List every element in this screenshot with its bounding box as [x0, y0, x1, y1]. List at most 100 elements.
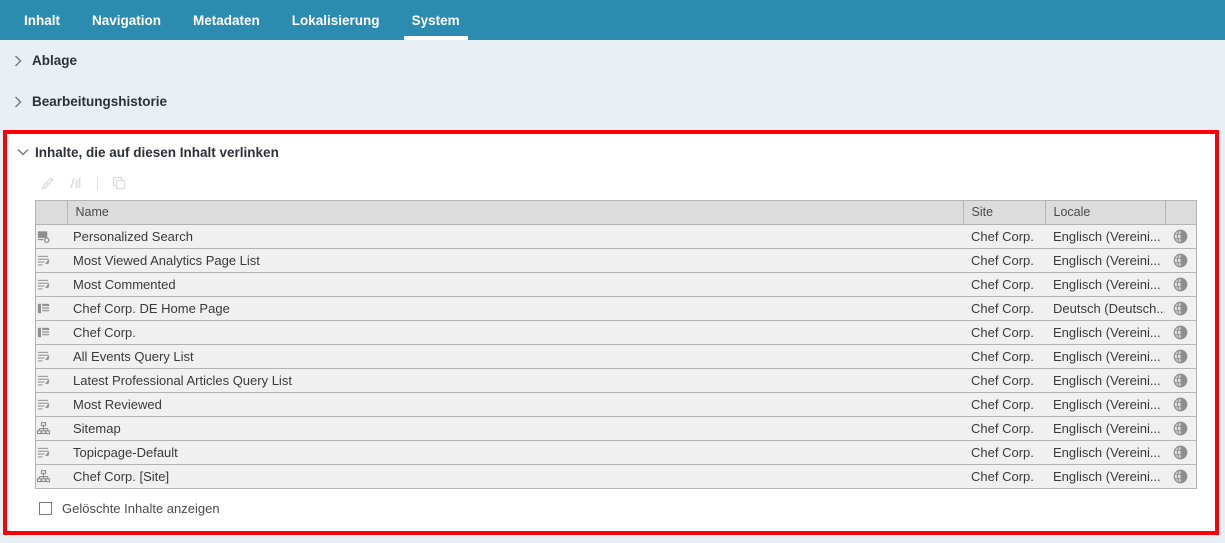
table-row[interactable]: All Events Query ListChef Corp.Englisch …	[36, 344, 1196, 368]
globe-icon[interactable]	[1165, 464, 1196, 488]
chart-bars-icon[interactable]	[67, 174, 85, 192]
cell-name: Sitemap	[67, 416, 963, 440]
chevron-down-icon	[17, 148, 35, 156]
table-header-row: Name Site Locale	[36, 201, 1196, 224]
globe-icon[interactable]	[1165, 224, 1196, 248]
tab-label: Metadaten	[193, 13, 260, 28]
tab-label: Inhalt	[24, 13, 60, 28]
section-linking-contents-header[interactable]: Inhalte, die auf diesen Inhalt verlinken	[7, 134, 1215, 170]
section-ablage[interactable]: Ablage	[0, 40, 1225, 81]
tab-metadaten[interactable]: Metadaten	[177, 0, 276, 40]
tab-lokalisierung[interactable]: Lokalisierung	[276, 0, 396, 40]
personalized-search-icon	[36, 224, 67, 248]
cell-locale: Englisch (Vereini...	[1045, 416, 1165, 440]
section-title: Inhalte, die auf diesen Inhalt verlinken	[35, 145, 279, 160]
section-bearbeitungshistorie[interactable]: Bearbeitungshistorie	[0, 81, 1225, 122]
show-deleted-contents-row[interactable]: Gelöschte Inhalte anzeigen	[39, 501, 1215, 516]
table-row[interactable]: Latest Professional Articles Query ListC…	[36, 368, 1196, 392]
globe-icon[interactable]	[1165, 440, 1196, 464]
column-header-name[interactable]: Name	[67, 201, 963, 224]
globe-icon[interactable]	[1165, 416, 1196, 440]
cell-site: Chef Corp.	[963, 440, 1045, 464]
cell-name: Topicpage-Default	[67, 440, 963, 464]
table-row[interactable]: Most CommentedChef Corp.Englisch (Verein…	[36, 272, 1196, 296]
cell-site: Chef Corp.	[963, 248, 1045, 272]
cell-locale: Englisch (Vereini...	[1045, 224, 1165, 248]
globe-icon[interactable]	[1165, 344, 1196, 368]
section-title: Bearbeitungshistorie	[32, 94, 167, 109]
globe-icon[interactable]	[1165, 392, 1196, 416]
page-layout-icon	[36, 296, 67, 320]
table-row[interactable]: Chef Corp.Chef Corp.Englisch (Vereini...	[36, 320, 1196, 344]
cell-locale: Deutsch (Deutsch...	[1045, 296, 1165, 320]
show-deleted-contents-checkbox[interactable]	[39, 502, 52, 515]
tab-system[interactable]: System	[396, 0, 476, 40]
cell-name: Most Viewed Analytics Page List	[67, 248, 963, 272]
toolbar-separator	[97, 176, 98, 190]
cell-name: All Events Query List	[67, 344, 963, 368]
cell-locale: Englisch (Vereini...	[1045, 272, 1165, 296]
cell-name: Most Commented	[67, 272, 963, 296]
show-deleted-contents-label: Gelöschte Inhalte anzeigen	[62, 501, 220, 516]
table-row[interactable]: Topicpage-DefaultChef Corp.Englisch (Ver…	[36, 440, 1196, 464]
globe-icon[interactable]	[1165, 272, 1196, 296]
edit-pencil-icon[interactable]	[39, 174, 57, 192]
cell-site: Chef Corp.	[963, 320, 1045, 344]
cell-locale: Englisch (Vereini...	[1045, 368, 1165, 392]
cell-site: Chef Corp.	[963, 368, 1045, 392]
main-tabbar: Inhalt Navigation Metadaten Lokalisierun…	[0, 0, 1225, 40]
query-list-icon	[36, 272, 67, 296]
cell-name: Most Reviewed	[67, 392, 963, 416]
cell-site: Chef Corp.	[963, 392, 1045, 416]
globe-icon[interactable]	[1165, 320, 1196, 344]
table-row[interactable]: Personalized SearchChef Corp.Englisch (V…	[36, 224, 1196, 248]
sitemap-icon	[36, 464, 67, 488]
cell-name: Personalized Search	[67, 224, 963, 248]
cell-site: Chef Corp.	[963, 464, 1045, 488]
table-body: Personalized SearchChef Corp.Englisch (V…	[36, 224, 1196, 488]
cell-locale: Englisch (Vereini...	[1045, 464, 1165, 488]
table-row[interactable]: Most ReviewedChef Corp.Englisch (Vereini…	[36, 392, 1196, 416]
tab-label: Navigation	[92, 13, 161, 28]
copy-icon[interactable]	[110, 174, 128, 192]
chevron-right-icon	[14, 96, 32, 108]
cell-locale: Englisch (Vereini...	[1045, 392, 1165, 416]
query-list-icon	[36, 248, 67, 272]
cell-site: Chef Corp.	[963, 272, 1045, 296]
cell-site: Chef Corp.	[963, 296, 1045, 320]
column-header-icon[interactable]	[36, 201, 67, 224]
table-row[interactable]: SitemapChef Corp.Englisch (Vereini...	[36, 416, 1196, 440]
column-header-site[interactable]: Site	[963, 201, 1045, 224]
cell-name: Chef Corp. [Site]	[67, 464, 963, 488]
cell-name: Chef Corp. DE Home Page	[67, 296, 963, 320]
linking-contents-table: Name Site Locale Personalized SearchChef…	[35, 200, 1197, 489]
table-toolbar	[7, 170, 1215, 196]
cell-site: Chef Corp.	[963, 224, 1045, 248]
cell-locale: Englisch (Vereini...	[1045, 320, 1165, 344]
column-header-trailing[interactable]	[1165, 201, 1196, 224]
cell-site: Chef Corp.	[963, 416, 1045, 440]
tab-inhalt[interactable]: Inhalt	[8, 0, 76, 40]
column-header-locale[interactable]: Locale	[1045, 201, 1165, 224]
table-row[interactable]: Chef Corp. DE Home PageChef Corp.Deutsch…	[36, 296, 1196, 320]
tab-label: System	[412, 13, 460, 28]
query-list-icon	[36, 344, 67, 368]
query-list-icon	[36, 368, 67, 392]
page-layout-icon	[36, 320, 67, 344]
cell-name: Chef Corp.	[67, 320, 963, 344]
linking-contents-panel: Inhalte, die auf diesen Inhalt verlinken	[3, 130, 1219, 535]
globe-icon[interactable]	[1165, 248, 1196, 272]
chevron-right-icon	[14, 55, 32, 67]
cell-site: Chef Corp.	[963, 344, 1045, 368]
table-row[interactable]: Chef Corp. [Site]Chef Corp.Englisch (Ver…	[36, 464, 1196, 488]
tab-navigation[interactable]: Navigation	[76, 0, 177, 40]
cell-name: Latest Professional Articles Query List	[67, 368, 963, 392]
cell-locale: Englisch (Vereini...	[1045, 440, 1165, 464]
globe-icon[interactable]	[1165, 368, 1196, 392]
globe-icon[interactable]	[1165, 296, 1196, 320]
cell-locale: Englisch (Vereini...	[1045, 344, 1165, 368]
sitemap-icon	[36, 416, 67, 440]
section-title: Ablage	[32, 53, 77, 68]
query-list-icon	[36, 392, 67, 416]
table-row[interactable]: Most Viewed Analytics Page ListChef Corp…	[36, 248, 1196, 272]
